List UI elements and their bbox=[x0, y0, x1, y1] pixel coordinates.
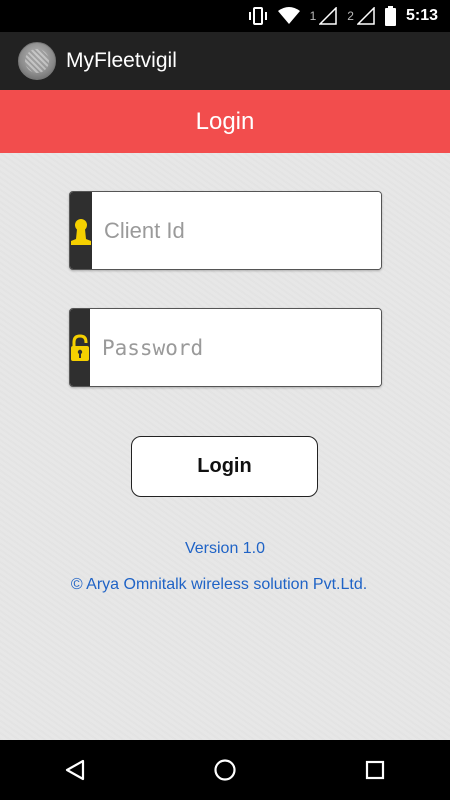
login-button[interactable]: Login bbox=[131, 436, 318, 497]
user-icon bbox=[71, 218, 91, 245]
sim1-label: 1 bbox=[309, 9, 317, 23]
signal-icon bbox=[319, 7, 338, 25]
login-header: Login bbox=[0, 90, 450, 153]
app-title: MyFleetvigil bbox=[66, 49, 177, 72]
home-icon bbox=[214, 759, 236, 781]
recents-icon bbox=[365, 760, 385, 780]
recents-button[interactable] bbox=[345, 740, 405, 800]
sim2-signal: 2 bbox=[347, 7, 375, 25]
sim1-signal: 1 bbox=[310, 7, 338, 25]
clock: 5:13 bbox=[405, 7, 438, 24]
password-input[interactable] bbox=[90, 309, 381, 386]
status-bar: 1 2 5:13 bbox=[0, 0, 450, 32]
client-id-input[interactable] bbox=[92, 192, 381, 269]
app-bar: MyFleetvigil bbox=[0, 32, 450, 90]
home-button[interactable] bbox=[195, 740, 255, 800]
back-button[interactable] bbox=[45, 740, 105, 800]
status-icons: 1 2 5:13 bbox=[248, 0, 438, 32]
password-field[interactable] bbox=[69, 308, 382, 387]
lock-icon bbox=[71, 333, 89, 361]
battery-icon bbox=[384, 6, 396, 26]
back-icon bbox=[65, 759, 85, 781]
nav-bar bbox=[0, 740, 450, 800]
version-text: Version 1.0 bbox=[184, 540, 266, 557]
client-id-field[interactable] bbox=[69, 191, 382, 270]
signal-icon bbox=[356, 7, 375, 25]
vibrate-icon bbox=[248, 7, 267, 25]
wifi-icon bbox=[277, 7, 300, 24]
copyright-text: © Arya Omnitalk wireless solution Pvt.Lt… bbox=[70, 576, 368, 593]
client-id-icon-box bbox=[70, 192, 92, 269]
password-icon-box bbox=[70, 309, 90, 386]
page-title: Login bbox=[195, 107, 255, 135]
app-logo-icon bbox=[18, 42, 56, 80]
login-content: Login Version 1.0 © Arya Omnitalk wirele… bbox=[0, 153, 450, 740]
sim2-label: 2 bbox=[347, 9, 354, 23]
